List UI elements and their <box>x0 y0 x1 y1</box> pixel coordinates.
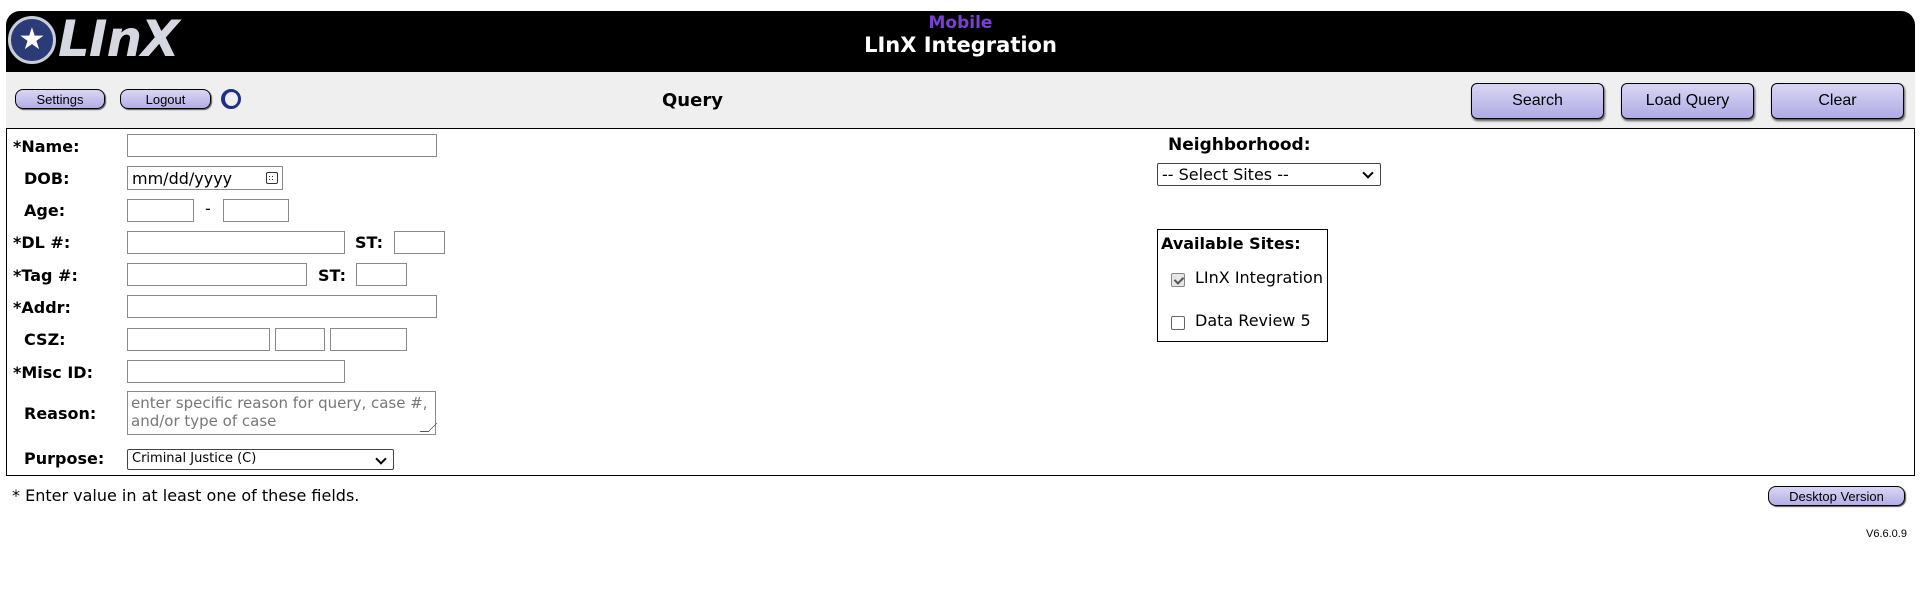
available-sites-box: Available Sites: LInX Integration Data R… <box>1157 229 1328 342</box>
site-label-linx-integration: LInX Integration <box>1195 268 1323 287</box>
dl-state-input[interactable] <box>394 231 445 254</box>
zip-input[interactable] <box>330 328 407 351</box>
age-min-input[interactable] <box>127 199 194 222</box>
city-input[interactable] <box>127 328 270 351</box>
age-separator: - <box>205 199 211 218</box>
resize-handle-icon[interactable] <box>419 423 438 432</box>
chevron-down-icon <box>1362 167 1374 179</box>
name-input[interactable] <box>127 134 437 157</box>
site-checkbox-linx-integration[interactable] <box>1171 273 1185 287</box>
load-query-button[interactable]: Load Query <box>1621 83 1754 119</box>
addr-input[interactable] <box>127 295 437 318</box>
addr-label: *Addr: <box>13 298 71 317</box>
site-checkbox-data-review-5[interactable] <box>1171 316 1185 330</box>
moon-icon[interactable] <box>221 89 241 109</box>
state-input[interactable] <box>275 328 325 351</box>
page: ★ LInX Mobile LInX Integration Settings … <box>6 10 1915 604</box>
age-label: Age: <box>24 201 66 220</box>
logout-button[interactable]: Logout <box>120 89 211 109</box>
header-title: LInX Integration <box>864 33 1057 57</box>
tag-state-label: ST: <box>318 266 346 285</box>
clear-button[interactable]: Clear <box>1771 83 1904 119</box>
reason-textarea[interactable]: enter specific reason for query, case #,… <box>127 391 438 435</box>
neighborhood-select[interactable]: -- Select Sites -- <box>1157 163 1381 186</box>
query-form-panel: *Name: DOB: mm/dd/yyyy Age: - *DL #: ST:… <box>6 128 1915 476</box>
header-subtitle: Mobile <box>928 13 993 33</box>
misc-id-input[interactable] <box>127 360 345 383</box>
settings-button[interactable]: Settings <box>15 89 105 109</box>
tag-state-input[interactable] <box>356 263 407 286</box>
purpose-select[interactable]: Criminal Justice (C) <box>127 449 394 470</box>
dl-state-label: ST: <box>355 233 383 252</box>
purpose-label: Purpose: <box>24 449 105 468</box>
desktop-version-button[interactable]: Desktop Version <box>1768 486 1905 506</box>
purpose-value: Criminal Justice (C) <box>132 451 257 466</box>
page-title: Query <box>662 90 723 111</box>
neighborhood-value: -- Select Sites -- <box>1162 165 1289 184</box>
dob-input[interactable]: mm/dd/yyyy <box>127 166 283 190</box>
tag-label: *Tag #: <box>13 266 78 285</box>
neighborhood-label: Neighborhood: <box>1168 135 1311 155</box>
tag-input[interactable] <box>127 263 307 286</box>
available-sites-label: Available Sites: <box>1161 234 1301 253</box>
misc-id-label: *Misc ID: <box>13 363 93 382</box>
search-button[interactable]: Search <box>1471 83 1604 119</box>
csz-label: CSZ: <box>24 330 66 349</box>
header-bar: ★ LInX Mobile LInX Integration <box>6 10 1915 72</box>
name-label: *Name: <box>13 137 80 156</box>
dob-placeholder: mm/dd/yyyy <box>132 169 233 188</box>
version-label: V6.6.0.9 <box>1866 528 1907 540</box>
toolbar: Settings Logout Query Search Load Query … <box>6 72 1915 136</box>
dl-input[interactable] <box>127 231 345 254</box>
dob-label: DOB: <box>24 169 70 188</box>
chevron-down-icon <box>375 453 387 465</box>
required-fields-note: * Enter value in at least one of these f… <box>12 486 360 505</box>
age-max-input[interactable] <box>223 199 289 222</box>
reason-label: Reason: <box>24 404 97 423</box>
dl-label: *DL #: <box>13 233 71 252</box>
reason-placeholder: enter specific reason for query, case #,… <box>131 394 428 430</box>
site-label-data-review-5: Data Review 5 <box>1195 311 1311 330</box>
calendar-icon[interactable] <box>266 172 278 184</box>
